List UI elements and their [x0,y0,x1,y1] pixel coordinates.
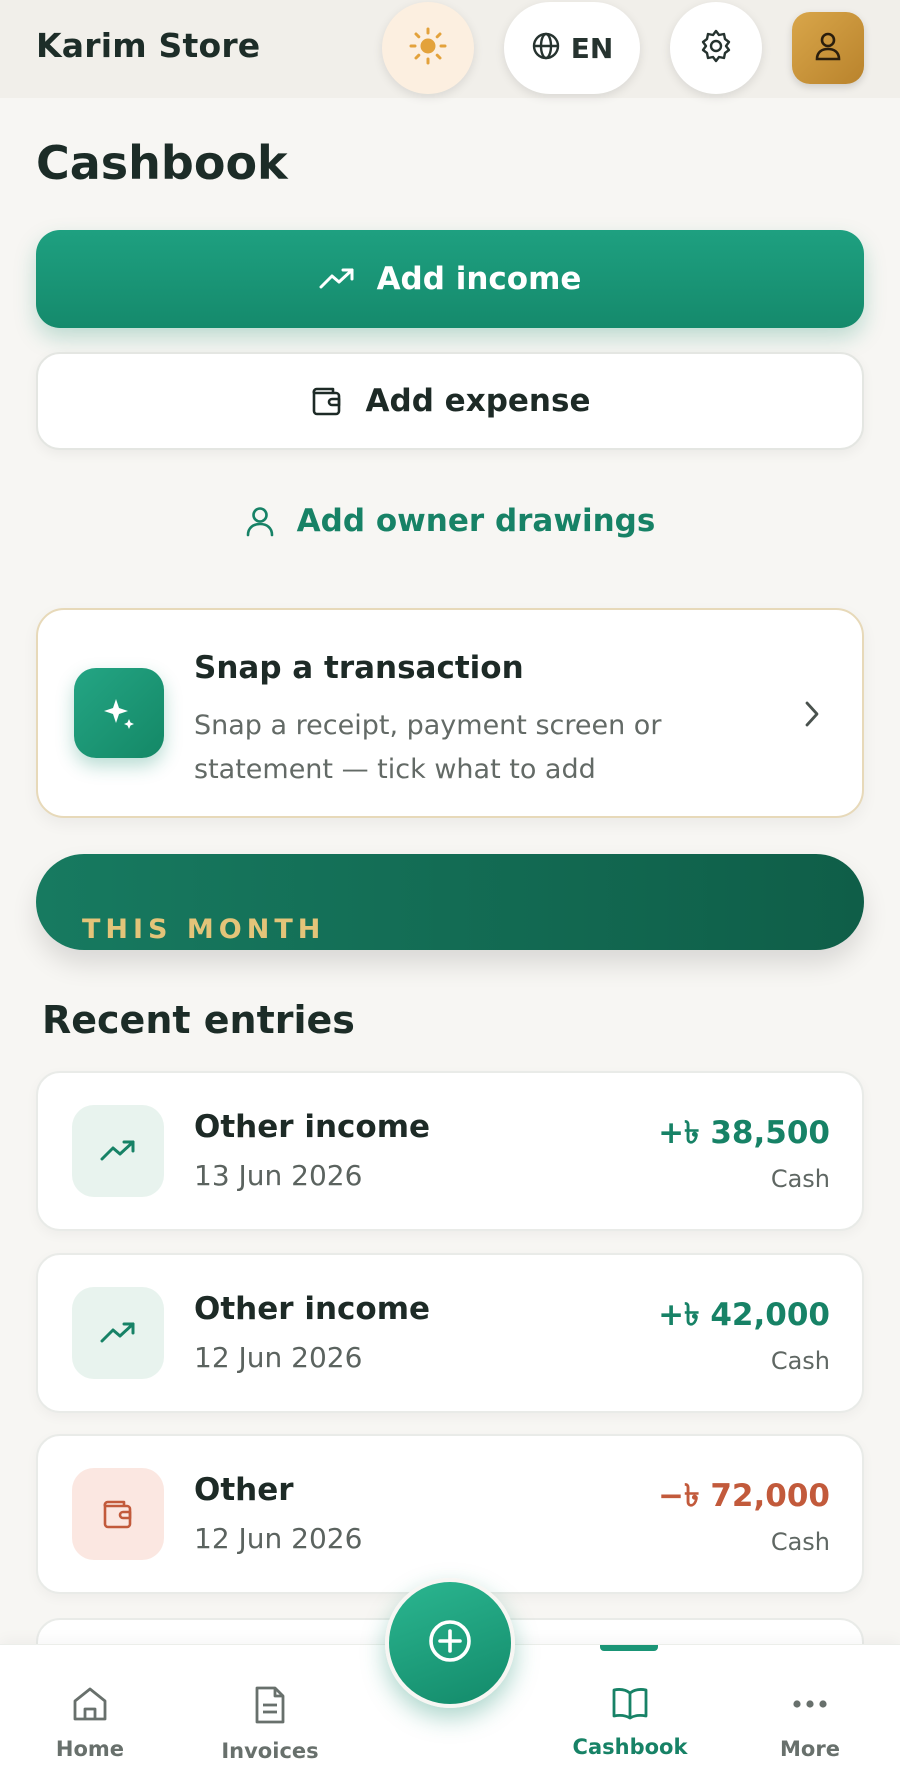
add-owner-drawings-label: Add owner drawings [296,503,656,539]
user-icon [245,505,275,537]
snap-transaction-card[interactable]: Snap a transaction Snap a receipt, payme… [36,608,864,818]
theme-toggle-button[interactable] [382,2,474,94]
nav-item-cashbook[interactable]: Cashbook [560,1685,700,1759]
entry-amount: −৳ 72,000 [658,1478,830,1514]
plus-circle-icon [426,1617,474,1669]
this-month-banner[interactable]: THIS MONTH [36,854,864,950]
active-tab-indicator [600,1645,658,1651]
entry-name: Other income [194,1109,431,1145]
add-income-button[interactable]: Add income [36,230,864,328]
entry-amount: +৳ 42,000 [658,1297,830,1333]
store-name: Karim Store [36,26,261,65]
entry-name: Other [194,1472,294,1508]
cashbook-screen: Karim Store EN Cashbook Add income Add e… [0,0,900,1791]
entry-payment-method: Cash [770,1347,830,1375]
add-expense-button[interactable]: Add expense [36,352,864,450]
trending-up-icon [72,1287,164,1379]
globe-icon [531,31,561,65]
more-icon [790,1685,830,1727]
gear-icon [697,27,735,69]
nav-label: Invoices [221,1739,319,1763]
wallet-icon [72,1468,164,1560]
nav-item-home[interactable]: Home [20,1685,160,1761]
add-owner-drawings-button[interactable]: Add owner drawings [36,478,864,564]
avatar-button[interactable] [792,12,864,84]
list-item[interactable]: Other income 12 Jun 2026 +৳ 42,000 Cash [36,1253,864,1413]
entry-date: 12 Jun 2026 [194,1522,363,1555]
entry-payment-method: Cash [770,1165,830,1193]
book-icon [610,1685,650,1725]
add-expense-label: Add expense [365,383,591,419]
entry-date: 13 Jun 2026 [194,1159,363,1192]
home-icon [70,1685,110,1727]
wallet-icon [310,386,344,416]
language-label: EN [570,31,614,65]
sun-icon [408,26,448,70]
page-title: Cashbook [36,136,288,190]
entry-date: 12 Jun 2026 [194,1341,363,1374]
top-bar: Karim Store EN [0,0,900,98]
user-icon [811,29,845,67]
document-icon [253,1685,287,1729]
list-item[interactable]: Other 12 Jun 2026 −৳ 72,000 Cash [36,1434,864,1594]
snap-description: Snap a receipt, payment screen or statem… [194,710,662,785]
entry-amount: +৳ 38,500 [658,1115,830,1151]
trending-up-icon [72,1105,164,1197]
nav-item-invoices[interactable]: Invoices [200,1685,340,1763]
settings-button[interactable] [670,2,762,94]
snap-title: Snap a transaction [194,650,524,686]
recent-entries-title: Recent entries [42,998,355,1042]
sparkle-icon [74,668,164,758]
this-month-label: THIS MONTH [82,914,326,945]
entry-name: Other income [194,1291,431,1327]
nav-item-more[interactable]: More [740,1685,880,1761]
entry-payment-method: Cash [770,1528,830,1556]
nav-label: Home [55,1737,125,1761]
nav-label: More [780,1737,840,1761]
chevron-right-icon [802,698,822,734]
add-entry-fab[interactable] [385,1578,515,1708]
list-item[interactable]: Other income 13 Jun 2026 +৳ 38,500 Cash [36,1071,864,1231]
nav-label: Cashbook [572,1735,688,1759]
language-button[interactable]: EN [504,2,640,94]
add-income-label: Add income [376,261,582,297]
trending-up-icon [319,267,355,291]
